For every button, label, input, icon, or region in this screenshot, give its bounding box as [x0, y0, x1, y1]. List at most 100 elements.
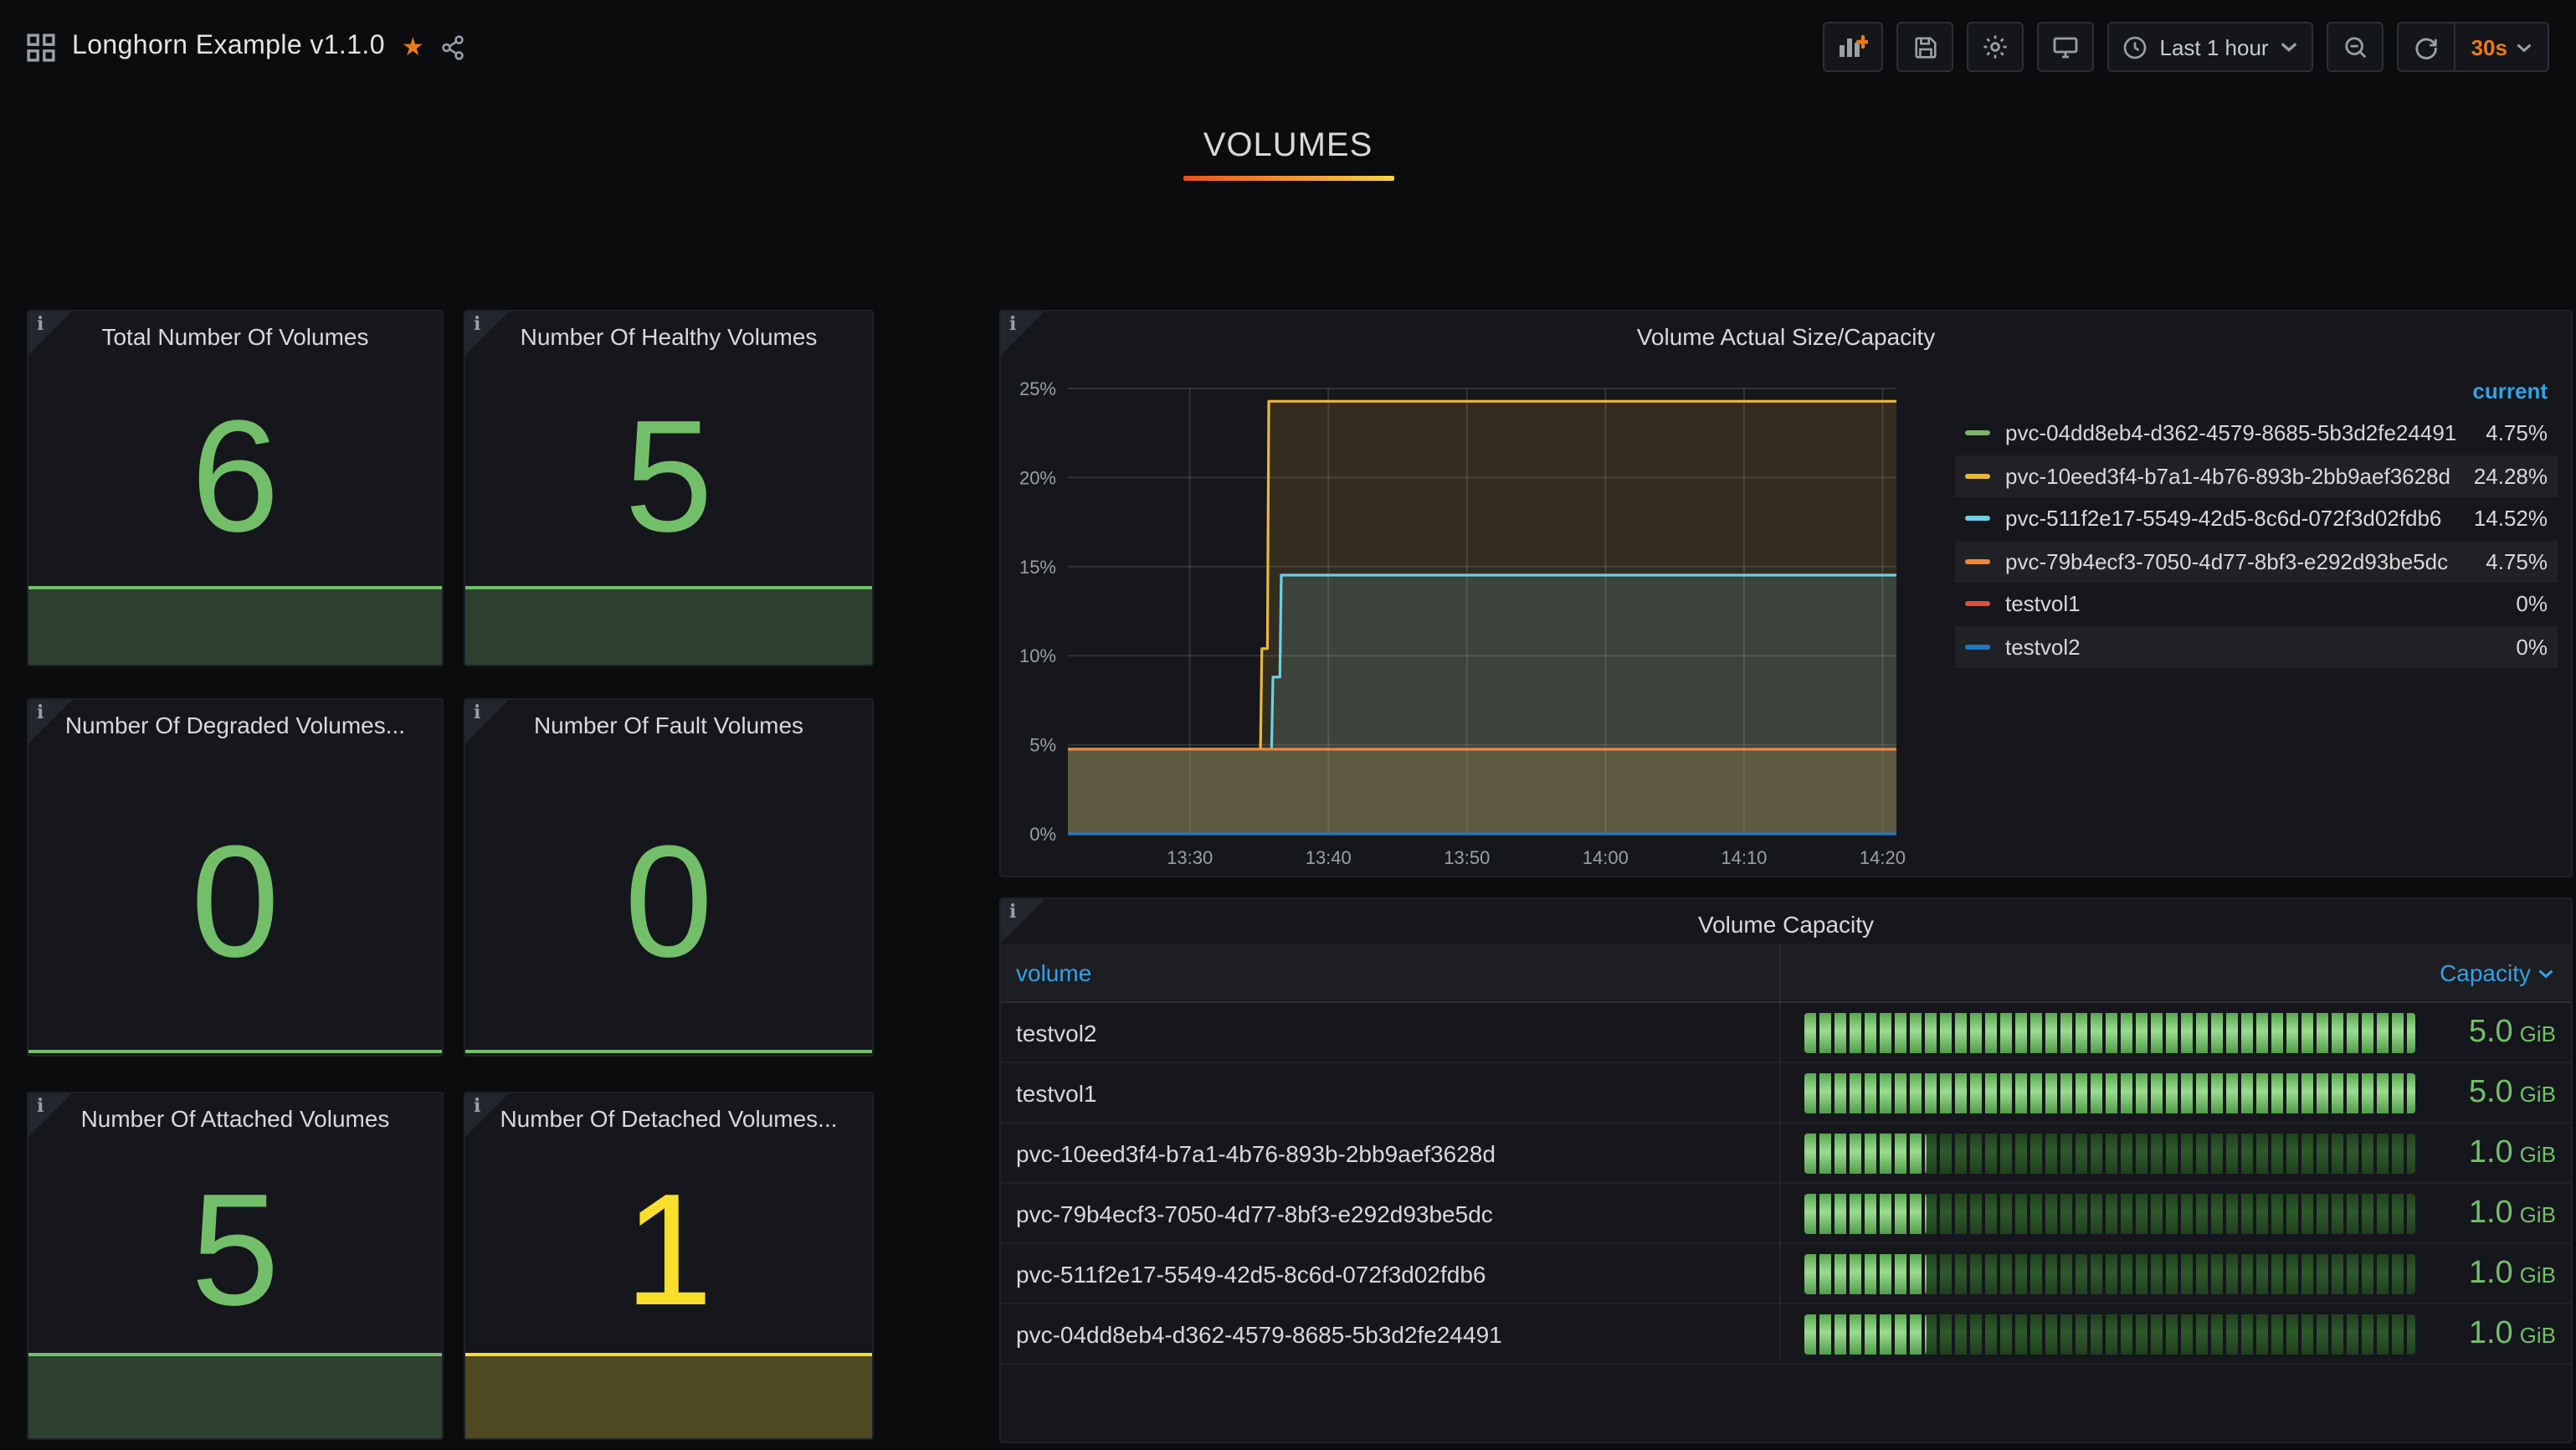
table-row: testvol2 5.0GiB — [1001, 1003, 2571, 1063]
table-row: pvc-04dd8eb4-d362-4579-8685-5b3d2fe24491… — [1001, 1304, 2571, 1365]
grafana-dashboard: Longhorn Example v1.1.0 ★ — [0, 0, 2576, 1450]
svg-text:13:30: 13:30 — [1167, 847, 1213, 868]
svg-text:13:50: 13:50 — [1444, 847, 1490, 868]
volume-name: testvol2 — [1001, 1019, 1097, 1046]
volume-name: testvol1 — [1001, 1079, 1097, 1106]
dashboard-title[interactable]: Longhorn Example v1.1.0 — [72, 32, 385, 62]
svg-text:14:20: 14:20 — [1860, 847, 1906, 868]
share-icon[interactable] — [441, 34, 466, 59]
legend-row[interactable]: pvc-511f2e17-5549-42d5-8c6d-072f3d02fdb6… — [1955, 497, 2558, 540]
volume-name: pvc-511f2e17-5549-42d5-8c6d-072f3d02fdb6 — [1001, 1260, 1486, 1287]
series-current-value: 0% — [2499, 635, 2548, 660]
refresh-button[interactable] — [2399, 23, 2455, 70]
refresh-interval-label: 30s — [2471, 34, 2507, 59]
stat-panel-title[interactable]: Number Of Fault Volumes — [465, 712, 872, 738]
series-name[interactable]: pvc-79b4ecf3-7050-4d77-8bf3-e292d93be5dc — [2005, 549, 2469, 574]
stat-value: 0 — [465, 700, 872, 1050]
series-color-swatch — [1965, 517, 1990, 522]
capacity-gauge — [1804, 1194, 2415, 1234]
legend-row[interactable]: pvc-79b4ecf3-7050-4d77-8bf3-e292d93be5dc… — [1955, 540, 2558, 583]
stat-panel: i Number Of Degraded Volumes... 0 — [27, 698, 444, 1057]
apps-grid-icon[interactable] — [27, 33, 55, 61]
svg-text:5%: 5% — [1029, 735, 1056, 756]
capacity-gauge — [1804, 1254, 2415, 1294]
table-header-row: volume Capacity — [1001, 944, 2571, 1003]
favorite-star-icon[interactable]: ★ — [402, 34, 424, 59]
stat-panel-title[interactable]: Number Of Attached Volumes — [28, 1105, 442, 1132]
capacity-gauge — [1804, 1314, 2415, 1355]
series-name[interactable]: testvol1 — [2005, 592, 2499, 617]
cycle-view-mode-button[interactable] — [2038, 22, 2095, 72]
capacity-value: 1.0GiB — [2469, 1255, 2556, 1292]
stat-panel-title[interactable]: Total Number Of Volumes — [28, 323, 442, 350]
stat-sparkline — [465, 586, 872, 665]
series-name[interactable]: pvc-10eed3f4-b7a1-4b76-893b-2bb9aef3628d — [2005, 464, 2457, 489]
stat-value: 1 — [465, 1093, 872, 1353]
stat-panel-title[interactable]: Number Of Degraded Volumes... — [28, 712, 442, 738]
capacity-gauge-fill — [1804, 1073, 2415, 1113]
series-color-swatch — [1965, 602, 1990, 607]
series-color-swatch — [1965, 645, 1990, 650]
capacity-value: 5.0GiB — [2469, 1014, 2556, 1051]
capacity-gauge-fill — [1804, 1013, 2415, 1053]
dashboard-header: Longhorn Example v1.1.0 ★ — [0, 0, 2576, 94]
series-name[interactable]: pvc-511f2e17-5549-42d5-8c6d-072f3d02fdb6 — [2005, 506, 2457, 532]
panel-volume-capacity: i Volume Capacity volume Capacity testvo… — [999, 897, 2573, 1443]
sort-chevron-icon — [2538, 967, 2554, 979]
capacity-gauge — [1804, 1134, 2415, 1174]
stat-sparkline — [28, 1353, 442, 1438]
legend-row[interactable]: testvol1 0% — [1955, 583, 2558, 625]
volume-name: pvc-79b4ecf3-7050-4d77-8bf3-e292d93be5dc — [1001, 1200, 1493, 1226]
svg-text:0%: 0% — [1029, 824, 1056, 845]
series-name[interactable]: pvc-04dd8eb4-d362-4579-8685-5b3d2fe24491 — [2005, 421, 2469, 446]
stat-value: 6 — [28, 311, 442, 586]
series-current-value: 24.28% — [2457, 464, 2548, 489]
chart-panel-title[interactable]: Volume Actual Size/Capacity — [1001, 323, 2571, 350]
stat-value: 5 — [465, 311, 872, 586]
series-current-value: 14.52% — [2457, 506, 2548, 532]
series-current-value: 4.75% — [2469, 421, 2548, 446]
capacity-gauge — [1804, 1013, 2415, 1053]
stat-panel-title[interactable]: Number Of Detached Volumes... — [465, 1105, 872, 1132]
chevron-down-icon — [2281, 40, 2299, 54]
time-range-picker[interactable]: Last 1 hour — [2108, 22, 2314, 72]
timeseries-chart[interactable]: 0%5%10%15%20%25%13:3013:4013:5014:0014:1… — [1001, 311, 1938, 877]
stat-sparkline — [28, 1050, 442, 1055]
series-color-swatch — [1965, 474, 1990, 479]
refresh-controls: 30s — [2398, 22, 2549, 72]
section-title-volumes[interactable]: VOLUMES — [1203, 127, 1373, 166]
panel-volume-actual-size-capacity: i Volume Actual Size/Capacity 0%5%10%15%… — [999, 310, 2573, 877]
add-panel-button[interactable] — [1824, 22, 1884, 72]
table-row: pvc-10eed3f4-b7a1-4b76-893b-2bb9aef3628d… — [1001, 1123, 2571, 1184]
capacity-value: 1.0GiB — [2469, 1134, 2556, 1171]
zoom-out-button[interactable] — [2327, 22, 2384, 72]
legend-row[interactable]: pvc-04dd8eb4-d362-4579-8685-5b3d2fe24491… — [1955, 412, 2558, 455]
capacity-gauge-fill — [1804, 1254, 1927, 1294]
dashboard-settings-button[interactable] — [1968, 22, 2024, 72]
series-name[interactable]: testvol2 — [2005, 635, 2499, 660]
capacity-gauge-fill — [1804, 1314, 1927, 1355]
table-panel-title[interactable]: Volume Capacity — [1001, 911, 2571, 938]
svg-text:20%: 20% — [1019, 467, 1056, 488]
row-volumes: VOLUMES — [0, 127, 2576, 181]
svg-text:13:40: 13:40 — [1306, 847, 1352, 868]
time-range-label: Last 1 hour — [2160, 34, 2269, 59]
legend-current-header[interactable]: current — [1955, 378, 2558, 412]
chart-legend: current pvc-04dd8eb4-d362-4579-8685-5b3d… — [1955, 378, 2558, 668]
table-row: testvol1 5.0GiB — [1001, 1063, 2571, 1123]
stat-sparkline — [28, 586, 442, 665]
stat-value: 5 — [28, 1093, 442, 1353]
refresh-interval-dropdown[interactable]: 30s — [2455, 23, 2548, 70]
stat-value: 0 — [28, 700, 442, 1050]
stat-panel-title[interactable]: Number Of Healthy Volumes — [465, 323, 872, 350]
column-header-capacity[interactable]: Capacity — [2440, 959, 2554, 986]
legend-row[interactable]: testvol2 0% — [1955, 625, 2558, 668]
volume-name: pvc-04dd8eb4-d362-4579-8685-5b3d2fe24491 — [1001, 1320, 1502, 1347]
svg-text:10%: 10% — [1019, 645, 1056, 666]
legend-row[interactable]: pvc-10eed3f4-b7a1-4b76-893b-2bb9aef3628d… — [1955, 455, 2558, 497]
series-color-swatch — [1965, 559, 1990, 564]
save-dashboard-button[interactable] — [1897, 22, 1954, 72]
svg-text:14:10: 14:10 — [1721, 847, 1767, 868]
stat-sparkline — [465, 1353, 872, 1438]
column-header-volume[interactable]: volume — [1001, 959, 1091, 986]
